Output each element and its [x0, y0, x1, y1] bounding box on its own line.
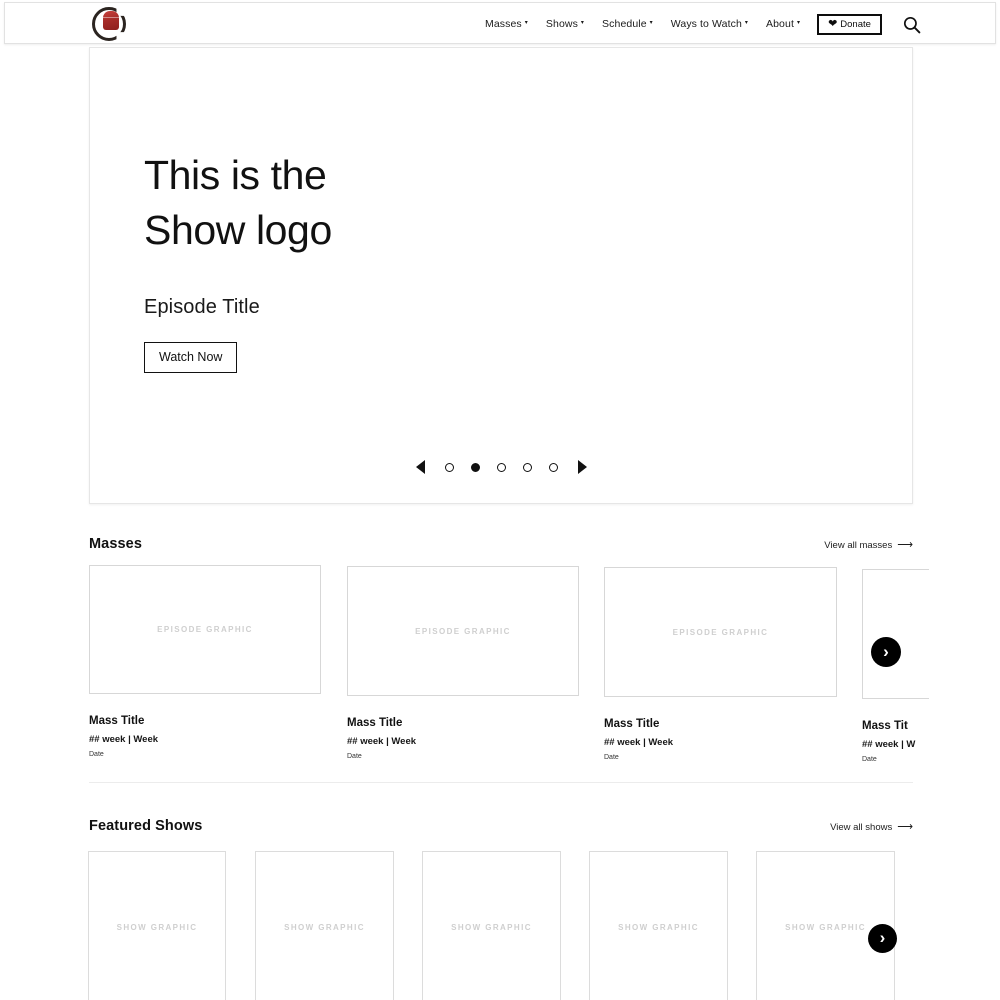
nav-item-schedule[interactable]: Schedule ▾ — [602, 18, 653, 30]
mass-card-date: Date — [604, 754, 619, 761]
donate-button[interactable]: ❤ Donate — [817, 14, 882, 35]
nav-item-label: Schedule — [602, 18, 647, 30]
show-card[interactable]: SHOW GRAPHIC — [422, 851, 561, 1000]
masses-section-header: Masses View all masses ⟶ — [89, 536, 913, 552]
shows-next-button[interactable]: › — [868, 924, 897, 953]
search-icon — [903, 16, 921, 34]
nav-item-label: Masses — [485, 18, 522, 30]
mass-card-thumbnail: EPISODE GRAPHIC — [347, 566, 579, 696]
hero-episode-title: Episode Title — [144, 296, 260, 318]
mass-card-thumbnail: EPISODE GRAPHIC — [89, 565, 321, 694]
nav-item-masses[interactable]: Masses ▾ — [485, 18, 528, 30]
mass-card-title: Mass Title — [89, 715, 145, 727]
show-thumbnail-placeholder: SHOW GRAPHIC — [451, 922, 532, 932]
mass-card[interactable]: EPISODE GRAPHIC Mass Title ## week | Wee… — [604, 567, 837, 761]
masses-section-title: Masses — [89, 536, 142, 552]
show-thumbnail-placeholder: SHOW GRAPHIC — [618, 922, 699, 932]
show-card[interactable]: SHOW GRAPHIC — [255, 851, 394, 1000]
show-thumbnail-placeholder: SHOW GRAPHIC — [116, 922, 198, 932]
chevron-down-icon: ▾ — [580, 20, 585, 26]
mass-card-title: Mass Tit — [862, 720, 908, 732]
mass-card-week: ## week | Week — [604, 737, 674, 748]
mass-card-thumbnail — [862, 569, 929, 699]
shows-card-row: SHOW GRAPHIC SHOW GRAPHIC SHOW GRAPHIC S… — [88, 847, 933, 1000]
chevron-right-icon: › — [883, 641, 889, 661]
mass-card-partial[interactable]: Mass Tit ## week | W Date — [862, 569, 929, 763]
arrow-right-icon: ⟶ — [897, 821, 913, 833]
carousel-dots — [444, 462, 558, 472]
mass-card-date: Date — [347, 753, 362, 760]
carousel-dot[interactable] — [548, 462, 558, 472]
heart-icon: ❤ — [828, 18, 838, 30]
view-all-masses-label: View all masses — [824, 540, 893, 551]
mass-thumbnail-placeholder: EPISODE GRAPHIC — [415, 626, 511, 636]
nav-item-ways-to-watch[interactable]: Ways to Watch ▾ — [671, 18, 748, 30]
carousel-prev-icon[interactable] — [415, 460, 425, 474]
catholic-tv-c-logo-icon — [92, 7, 126, 41]
carousel-next-icon[interactable] — [577, 460, 587, 474]
hero-carousel: This is the Show logo Episode Title Watc… — [89, 47, 913, 504]
shows-section-title: Featured Shows — [89, 818, 203, 834]
carousel-dot[interactable] — [444, 462, 454, 472]
mass-card[interactable]: EPISODE GRAPHIC Mass Title ## week | Wee… — [347, 566, 579, 760]
mass-thumbnail-placeholder: EPISODE GRAPHIC — [672, 627, 769, 637]
carousel-navigation — [90, 460, 912, 474]
mass-card-week: ## week | Week — [89, 734, 159, 745]
mass-card-date: Date — [89, 751, 104, 758]
mass-card-date: Date — [862, 756, 877, 763]
site-header: Masses ▾ Shows ▾ Schedule ▾ Ways to Watc… — [4, 2, 996, 44]
show-card[interactable]: SHOW GRAPHIC — [88, 851, 226, 1000]
mass-thumbnail-placeholder: EPISODE GRAPHIC — [157, 625, 253, 634]
chevron-down-icon: ▾ — [744, 20, 749, 26]
main-nav: Masses ▾ Shows ▾ Schedule ▾ Ways to Watc… — [485, 3, 800, 45]
view-all-shows-link[interactable]: View all shows ⟶ — [830, 821, 913, 834]
view-all-masses-link[interactable]: View all masses ⟶ — [824, 539, 913, 552]
mass-card-week: ## week | W — [862, 739, 916, 750]
carousel-dot[interactable] — [522, 462, 532, 472]
hero-title: This is the Show logo — [144, 152, 332, 253]
show-thumbnail-placeholder: SHOW GRAPHIC — [785, 922, 866, 932]
carousel-dot[interactable] — [496, 462, 506, 472]
mass-card-week: ## week | Week — [347, 736, 417, 747]
section-divider — [89, 782, 913, 783]
arrow-right-icon: ⟶ — [897, 539, 913, 551]
page-root: Masses ▾ Shows ▾ Schedule ▾ Ways to Watc… — [0, 0, 1000, 1000]
nav-item-shows[interactable]: Shows ▾ — [546, 18, 584, 30]
nav-item-label: About — [766, 18, 794, 30]
shows-section-header: Featured Shows View all shows ⟶ — [89, 818, 913, 834]
nav-item-about[interactable]: About ▾ — [766, 18, 800, 30]
nav-item-label: Ways to Watch — [670, 18, 742, 30]
site-logo[interactable] — [89, 5, 129, 43]
view-all-shows-label: View all shows — [830, 822, 893, 833]
nav-item-label: Shows — [545, 18, 578, 30]
chevron-down-icon: ▾ — [524, 20, 528, 26]
mass-card-thumbnail: EPISODE GRAPHIC — [604, 567, 837, 697]
chevron-down-icon: ▾ — [796, 20, 801, 26]
mass-card-title: Mass Title — [604, 718, 660, 730]
watch-now-button[interactable]: Watch Now — [144, 342, 238, 373]
show-card[interactable]: SHOW GRAPHIC — [589, 851, 728, 1000]
mass-card-title: Mass Title — [347, 717, 403, 729]
mass-card[interactable]: EPISODE GRAPHIC Mass Title ## week | Wee… — [89, 565, 321, 758]
carousel-dot-active[interactable] — [470, 462, 480, 472]
masses-next-button[interactable]: › — [871, 637, 901, 667]
chevron-down-icon: ▾ — [649, 20, 653, 26]
search-button[interactable] — [902, 15, 922, 35]
chevron-right-icon: › — [879, 928, 886, 947]
masses-card-row: EPISODE GRAPHIC Mass Title ## week | Wee… — [89, 563, 929, 773]
show-thumbnail-placeholder: SHOW GRAPHIC — [284, 922, 365, 932]
donate-button-label: Donate — [840, 19, 871, 30]
logo-red-shape — [103, 10, 119, 30]
